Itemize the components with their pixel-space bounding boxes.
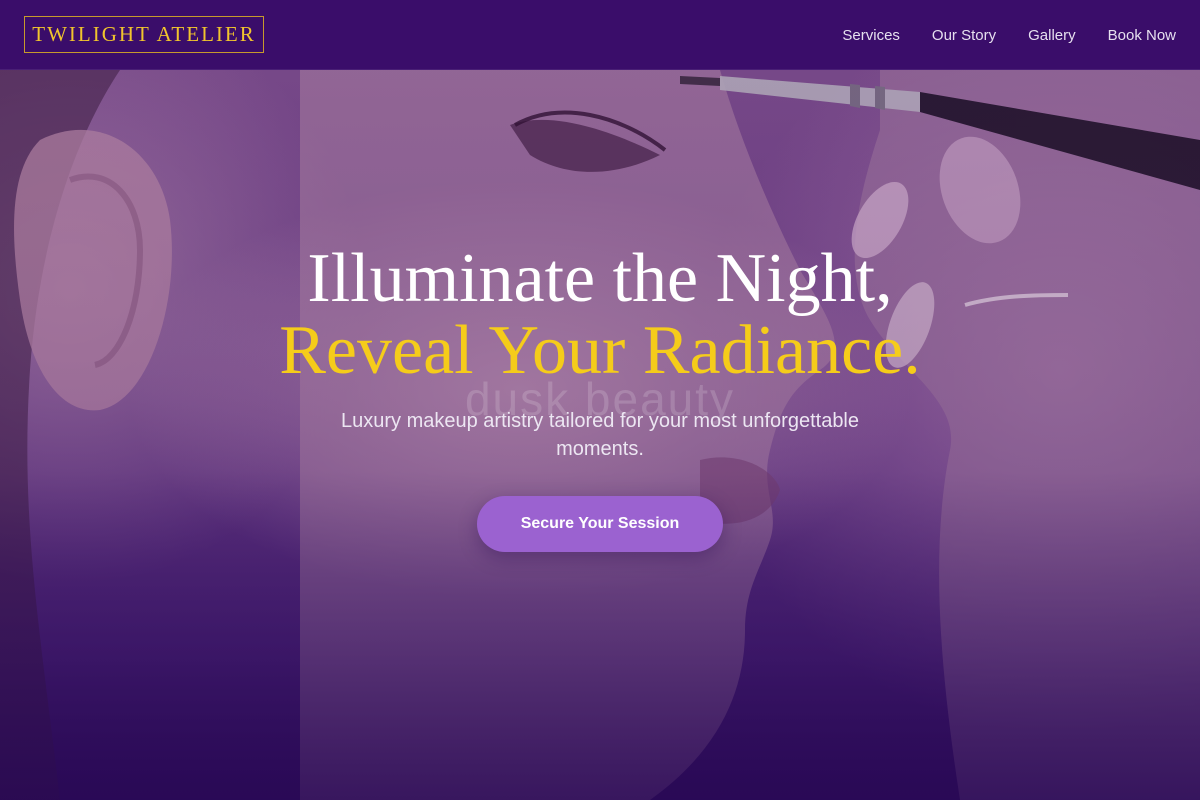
nav-link-book-now[interactable]: Book Now [1108,27,1176,44]
top-navbar: TWILIGHT ATELIER Services Our Story Gall… [0,0,1200,70]
brand-logo[interactable]: TWILIGHT ATELIER [24,16,264,53]
hero-subtitle: Luxury makeup artistry tailored for your… [340,410,860,460]
nav-link-services[interactable]: Services [842,27,900,44]
nav-link-gallery[interactable]: Gallery [1028,27,1076,44]
main-nav: Services Our Story Gallery Book Now [810,0,1176,70]
nav-link-our-story[interactable]: Our Story [932,27,996,44]
page: TWILIGHT ATELIER Services Our Story Gall… [0,0,1200,800]
hero-headline: Illuminate the Night, Reveal Your Radian… [0,243,1200,387]
headline-line-2: Reveal Your Radiance. [279,312,921,389]
hero-section: dusk beauty Illuminate the Night, Reveal… [0,70,1200,800]
secure-session-button[interactable]: Secure Your Session [477,496,723,552]
headline-line-1: Illuminate the Night, [307,240,893,317]
